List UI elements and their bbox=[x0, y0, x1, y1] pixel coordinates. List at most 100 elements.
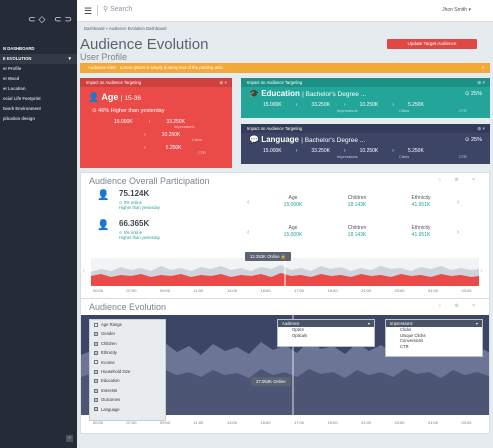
checkbox-interests[interactable]: Interests bbox=[90, 386, 165, 395]
card-education: Impact on Audience Targeting ⊘ × 🎓 Educat… bbox=[241, 78, 490, 118]
time-tick-label: 15:00 bbox=[260, 420, 271, 425]
stat-change: ⊙ 3% online Higher than yesterday bbox=[119, 200, 160, 210]
segment-value: 18.143K bbox=[347, 232, 367, 238]
card-header-label: Impact on Audience Targeting bbox=[86, 80, 142, 85]
segment-label: Children bbox=[347, 195, 367, 201]
time-tick-label: 17:00 bbox=[294, 288, 305, 293]
chevron-right-icon[interactable]: › bbox=[457, 199, 459, 206]
checkbox-icon bbox=[94, 322, 98, 327]
search-input[interactable]: ⚲ Search bbox=[103, 5, 132, 13]
card-clicks-caption: Clicks bbox=[399, 109, 410, 113]
sidebar-item-social-life[interactable]: ocial Life Footprint bbox=[0, 94, 77, 104]
sidebar-item-user-mood[interactable]: er Mood bbox=[0, 74, 77, 84]
checkbox-income[interactable]: Income bbox=[90, 358, 165, 367]
chevron-left-icon[interactable]: ‹ bbox=[247, 199, 249, 206]
segment-label: Ethnicity bbox=[411, 225, 431, 231]
card-ctr: 5.250K bbox=[407, 102, 424, 108]
segments-row: Age 15.000K Children 18.143K Ethnicity 41.9… bbox=[261, 195, 453, 209]
card-header: Impact on Audience Targeting ⊘ × bbox=[241, 124, 490, 133]
dropdown-header: Audience ▾ bbox=[278, 320, 374, 327]
segments-row: Age 15.000K Children 18.143K Ethnicity 41.9… bbox=[261, 225, 453, 239]
collapse-sidebar-button[interactable]: » bbox=[66, 435, 73, 442]
segment-label: Ethnicity bbox=[411, 195, 431, 201]
segment: Age 15.000K bbox=[261, 195, 325, 209]
card-controls[interactable]: ⊘ × bbox=[219, 78, 227, 87]
card-controls[interactable]: ⊘ × bbox=[477, 124, 485, 133]
chevron-right-icon: › bbox=[295, 102, 298, 108]
segment-label: Age bbox=[288, 225, 298, 231]
card-controls[interactable]: ⊘ × bbox=[477, 78, 485, 87]
segment: Ethnicity 41.951K bbox=[389, 195, 453, 209]
stat-change-sub: Higher than yesterday bbox=[119, 235, 160, 240]
sidebar-item-user-profile[interactable]: er Profile bbox=[0, 64, 77, 74]
checkbox-icon bbox=[94, 369, 98, 374]
user-menu[interactable]: Jhon Smith ▾ bbox=[442, 7, 471, 13]
close-icon[interactable]: × bbox=[481, 63, 484, 73]
checkbox-education[interactable]: Education bbox=[90, 376, 165, 385]
card-header-label: Impact on Audience Targeting bbox=[247, 126, 303, 131]
panel-controls[interactable]: ○ ⊘ × bbox=[438, 177, 481, 183]
chevron-right-icon: › bbox=[392, 102, 394, 108]
chart-tooltip: 27.053K Online bbox=[251, 377, 291, 386]
clock-icon: ⊙ bbox=[92, 108, 97, 114]
audience-dropdown[interactable]: Audience ▾ Optics Opticals bbox=[277, 319, 375, 347]
checkbox-outcomes[interactable]: Outcomes bbox=[90, 395, 165, 404]
female-user-icon: 👤 bbox=[97, 220, 110, 231]
card-title: 💬 Language | Bachelor's Degree ... bbox=[249, 135, 365, 144]
sidebar-item-network[interactable]: twork Environment bbox=[0, 104, 77, 114]
dropdown-item[interactable]: CTR bbox=[386, 344, 482, 350]
segment-value: 15.000K bbox=[283, 202, 303, 208]
page-title: Audience Evolution bbox=[80, 36, 209, 53]
card-clicks-caption: Clicks bbox=[399, 155, 410, 159]
logo: ⊂◇ ⊂⊃ bbox=[28, 14, 76, 24]
breadcrumb-separator: » bbox=[105, 26, 109, 31]
sidebar-item-label: E EVOLUTION bbox=[3, 56, 32, 61]
search-icon: ⚲ bbox=[103, 6, 109, 13]
card-row-ctr: › 5.250K bbox=[144, 145, 182, 151]
card-change-label: 46% Higher than yesterday bbox=[98, 108, 165, 114]
sidebar-item-dashboard[interactable]: N DASHBOARD bbox=[0, 44, 77, 54]
panel-controls[interactable]: ○ ⊘ × bbox=[438, 303, 481, 309]
checkbox-language[interactable]: Language bbox=[90, 405, 165, 414]
menu-icon[interactable]: ☰ bbox=[84, 6, 92, 17]
chevron-right-icon[interactable]: › bbox=[457, 229, 459, 236]
chevron-left-icon[interactable]: ‹ bbox=[83, 268, 85, 273]
sidebar-item-app-design[interactable]: plication design bbox=[0, 114, 77, 124]
card-title-label: Age bbox=[101, 92, 119, 102]
checkbox-icon bbox=[94, 398, 98, 403]
chevron-right-icon: › bbox=[295, 148, 298, 154]
time-tick-label: 21:00 bbox=[361, 420, 372, 425]
time-tick-label: 03:00 bbox=[461, 420, 472, 425]
breadcrumb-home[interactable]: Dashboard bbox=[84, 26, 105, 31]
card-header-label: Impact on Audience Targeting bbox=[247, 80, 303, 85]
chart-tooltip: 12.253K Online 🔒 bbox=[245, 252, 292, 261]
card-header: Impact on Audience Targeting ⊘ × bbox=[241, 78, 490, 87]
checkbox-household-size[interactable]: Household Size bbox=[90, 367, 165, 376]
stat-value: 66.365K bbox=[119, 219, 150, 228]
card-ctr: 5.250K bbox=[165, 145, 182, 151]
card-clicks-caption: Clicks bbox=[192, 138, 203, 142]
card-from: 15.000K bbox=[114, 119, 133, 125]
sidebar-item-evolution[interactable]: E EVOLUTION ▾ bbox=[0, 54, 77, 64]
time-tick-label: 23:00 bbox=[394, 288, 405, 293]
chevron-right-icon: › bbox=[144, 145, 146, 151]
time-tick-label: 07:00 bbox=[126, 420, 137, 425]
card-clicks: 10.250K bbox=[359, 148, 379, 154]
card-values: 15.000K › 33.250K › 10.250K › 5.250K bbox=[263, 148, 424, 154]
dropdown-item[interactable]: Opticals bbox=[278, 333, 374, 339]
segment: Children 18.143K bbox=[325, 195, 389, 209]
checkbox-icon bbox=[94, 379, 98, 384]
checkbox-ethnicity[interactable]: Ethnicity bbox=[90, 348, 165, 357]
checkbox-children[interactable]: Children bbox=[90, 339, 165, 348]
checkbox-gender[interactable]: Gender bbox=[90, 329, 165, 338]
time-tick-label: 11:00 bbox=[193, 420, 204, 425]
impressions-dropdown[interactable]: Impressions ▾ Clicks Unique Clicks Conver… bbox=[385, 319, 483, 357]
update-target-audience-button[interactable]: Update Target Audience bbox=[387, 39, 477, 49]
checkbox-age-range[interactable]: Age Range bbox=[90, 320, 165, 329]
sidebar-item-user-location[interactable]: er Location bbox=[0, 84, 77, 94]
chevron-right-icon: › bbox=[343, 148, 346, 154]
chevron-right-icon[interactable]: › bbox=[481, 268, 483, 273]
dropdown-header-label: Audience bbox=[282, 321, 300, 326]
time-tick-label: 01:00 bbox=[428, 288, 439, 293]
chevron-left-icon[interactable]: ‹ bbox=[247, 229, 249, 236]
